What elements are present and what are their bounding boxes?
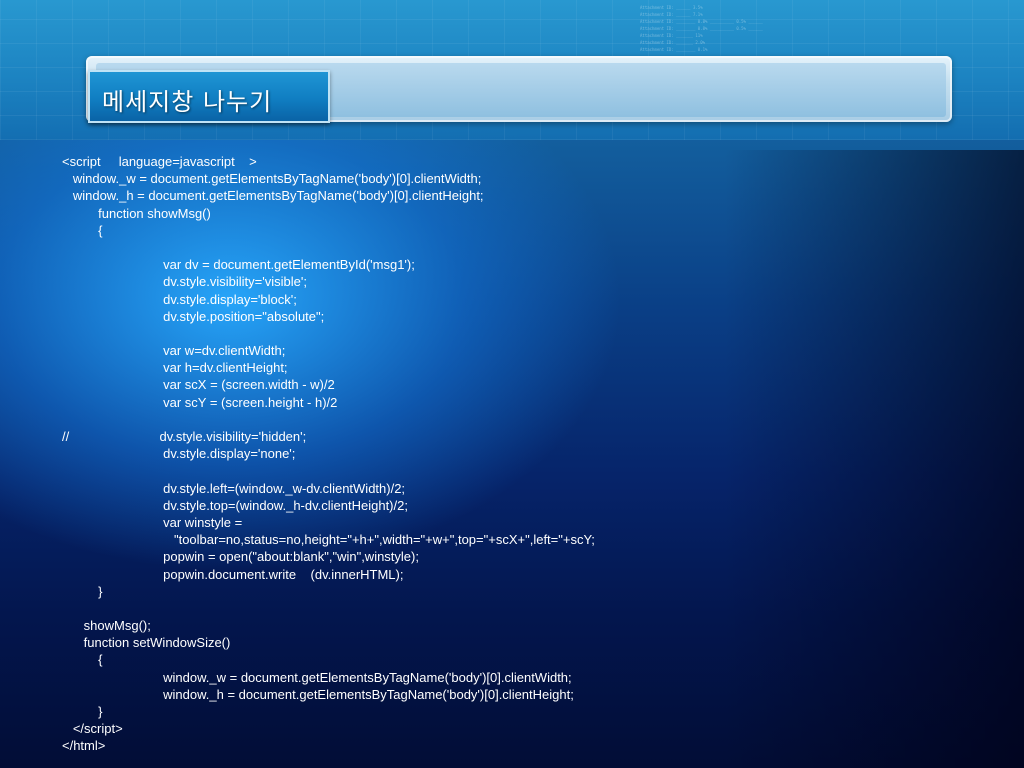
code-line: <script language=javascript >	[62, 154, 257, 169]
slide-title: 메세지창 나누기	[102, 88, 273, 116]
code-line: var scX = (screen.width - w)/2	[62, 377, 335, 393]
code-line: window._h = document.getElementsByTagNam…	[62, 686, 574, 702]
tiny-text-line: Attachment ID: ________ 0.8% __________ …	[640, 26, 763, 31]
code-line: var scY = (screen.height - h)/2	[62, 394, 338, 410]
code-line: popwin.document.write (dv.innerHTML);	[62, 566, 404, 582]
code-line: "toolbar=no,status=no,height="+h+",width…	[62, 532, 595, 548]
code-line: dv.style.visibility='visible';	[62, 274, 307, 290]
code-line: function setWindowSize()	[62, 635, 231, 651]
code-line: {	[62, 222, 103, 238]
background-tiny-text: Attachment ID: ______ 3.5% Attachment ID…	[640, 4, 820, 53]
code-line: window._w = document.getElementsByTagNam…	[62, 171, 482, 187]
code-line: {	[62, 652, 103, 668]
code-line: }	[62, 583, 103, 599]
code-block: <script language=javascript > window._w …	[62, 153, 962, 755]
code-line: // dv.style.visibility='hidden';	[62, 429, 307, 444]
code-line: dv.style.display='block';	[62, 291, 297, 307]
code-line: dv.style.display='none';	[62, 446, 296, 462]
tiny-text-line: Attachment ID: ________ 0.8% __________ …	[640, 19, 763, 24]
code-line: var h=dv.clientHeight;	[62, 360, 288, 376]
code-line: window._h = document.getElementsByTagNam…	[62, 188, 484, 204]
code-line: dv.style.position="absolute";	[62, 308, 325, 324]
tiny-text-line: Attachment ID: ______ 3.5%	[640, 5, 703, 10]
code-line: var winstyle =	[62, 514, 243, 530]
code-line: popwin = open("about:blank","win",winsty…	[62, 549, 419, 565]
code-line: dv.style.top=(window._h-dv.clientHeight)…	[62, 497, 408, 513]
code-line: showMsg();	[62, 618, 151, 634]
code-line: function showMsg()	[62, 205, 211, 221]
tiny-text-line: Attachment ID: _______ 2.0%	[640, 40, 706, 45]
code-line: var dv = document.getElementById('msg1')…	[62, 257, 415, 273]
code-line: dv.style.left=(window._w-dv.clientWidth)…	[62, 480, 406, 496]
code-line: </script>	[62, 721, 123, 737]
tiny-text-line: Attachment ID: _______ 11%	[640, 33, 703, 38]
code-line: </html>	[62, 738, 106, 754]
tiny-text-line: Attachment ID: ______ 7.1%	[640, 12, 703, 17]
tiny-text-line: Attachment ID: ________ 0.1%	[640, 47, 708, 52]
code-line: window._w = document.getElementsByTagNam…	[62, 669, 572, 685]
code-line: }	[62, 704, 103, 719]
code-line: var w=dv.clientWidth;	[62, 343, 286, 359]
